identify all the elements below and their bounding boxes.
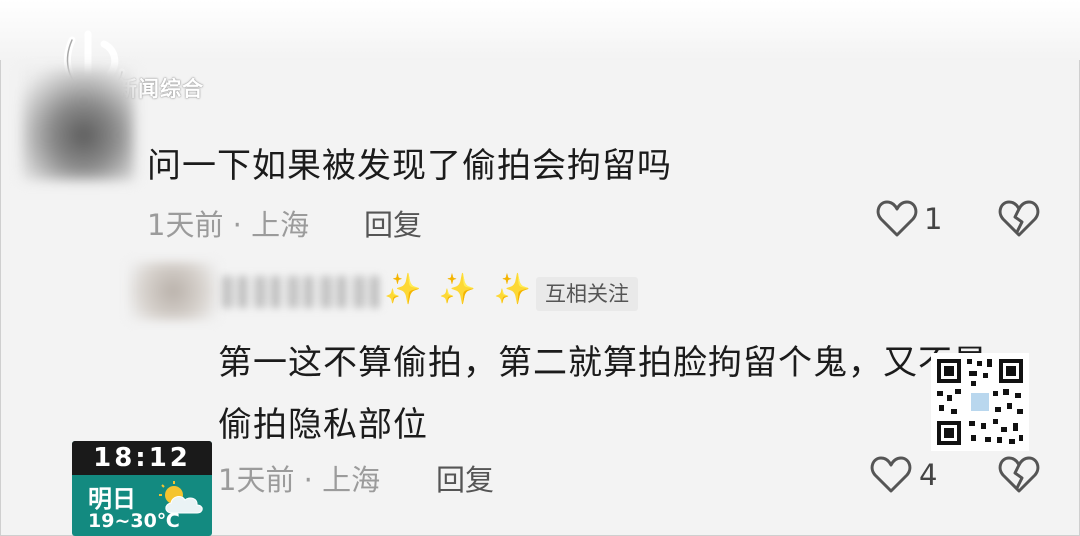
broken-heart-icon[interactable] bbox=[998, 455, 1040, 495]
comment-time-location: 1天前 · 上海 bbox=[147, 208, 310, 242]
like-count: 1 bbox=[924, 202, 943, 236]
clock-weather-widget: 18:12 明日 19~30℃ bbox=[72, 441, 212, 536]
reply-button[interactable]: 回复 bbox=[364, 202, 422, 244]
avatar[interactable] bbox=[128, 262, 218, 320]
reply-button[interactable]: 回复 bbox=[436, 457, 494, 499]
qr-code-icon bbox=[931, 353, 1029, 451]
avatar[interactable] bbox=[22, 68, 134, 180]
broken-heart-icon[interactable] bbox=[998, 199, 1040, 239]
clock-time: 18:12 bbox=[72, 441, 212, 475]
like-count: 4 bbox=[919, 458, 938, 492]
comment-text: 问一下如果被发现了偷拍会拘留吗 bbox=[147, 146, 672, 186]
heart-outline-icon[interactable] bbox=[870, 455, 912, 495]
heart-outline-icon[interactable] bbox=[876, 199, 918, 239]
comment-text: 第一这不算偷拍，第二就算拍脸拘留个鬼，又不是 bbox=[218, 343, 988, 383]
comment-text: 偷拍隐私部位 bbox=[218, 405, 428, 445]
forecast-temperature: 19~30℃ bbox=[88, 510, 180, 532]
username-blurred[interactable] bbox=[222, 276, 382, 308]
username-sparkles: ✨ ✨ ✨ bbox=[384, 272, 536, 307]
forecast-day: 明日 bbox=[88, 485, 136, 513]
mutual-follow-badge: 互相关注 bbox=[536, 277, 638, 311]
comment-time-location: 1天前 · 上海 bbox=[218, 463, 381, 497]
